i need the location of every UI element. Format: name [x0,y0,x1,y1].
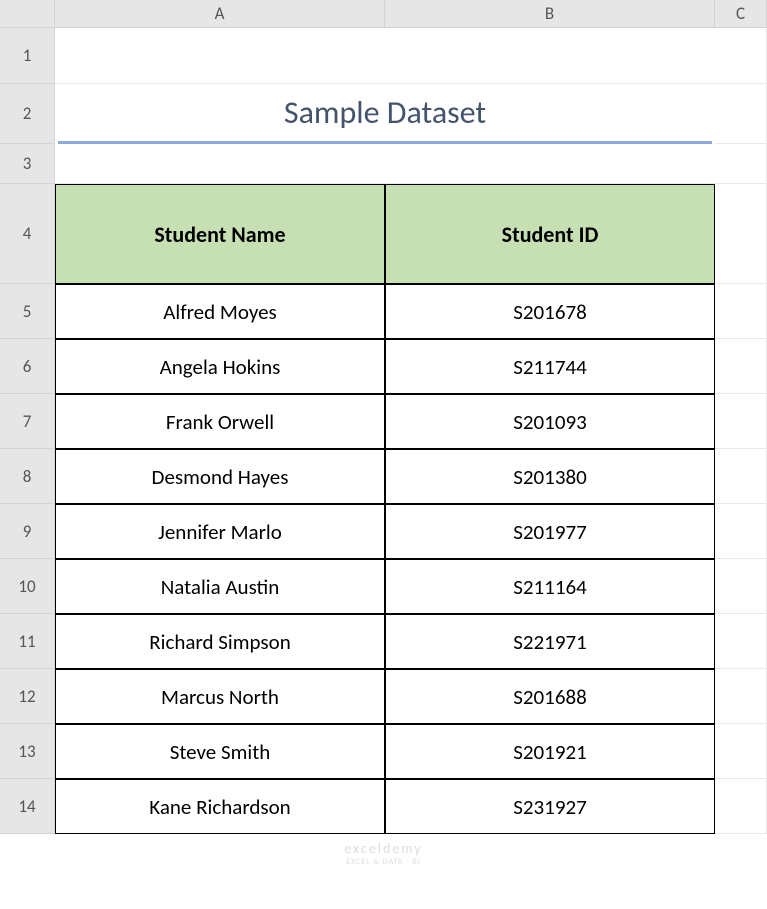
row-header-8[interactable]: 8 [0,449,55,504]
row-header-5[interactable]: 5 [0,284,55,339]
table-row[interactable]: S231927 [385,779,715,834]
column-header-B[interactable]: B [385,0,715,28]
cell-D8[interactable] [715,449,767,504]
table-row[interactable]: Natalia Austin [55,559,385,614]
table-row[interactable]: Angela Hokins [55,339,385,394]
cell-D11[interactable] [715,614,767,669]
table-row[interactable]: S201977 [385,504,715,559]
spreadsheet-grid: A B C 1 2 Sample Dataset 3 4 Student Nam… [0,0,767,834]
row-header-11[interactable]: 11 [0,614,55,669]
title-cell[interactable]: Sample Dataset [58,84,712,144]
row-header-6[interactable]: 6 [0,339,55,394]
cell-A3[interactable] [55,144,767,184]
table-row[interactable]: Marcus North [55,669,385,724]
table-row[interactable]: Kane Richardson [55,779,385,834]
cell-D6[interactable] [715,339,767,394]
table-row[interactable]: Richard Simpson [55,614,385,669]
table-row[interactable]: Alfred Moyes [55,284,385,339]
table-row[interactable]: Frank Orwell [55,394,385,449]
cell-D12[interactable] [715,669,767,724]
table-row[interactable]: S211164 [385,559,715,614]
row-header-9[interactable]: 9 [0,504,55,559]
table-header-id[interactable]: Student ID [385,184,715,284]
table-row[interactable]: S201093 [385,394,715,449]
table-row[interactable]: Desmond Hayes [55,449,385,504]
column-header-C[interactable]: C [715,0,767,28]
cell-D13[interactable] [715,724,767,779]
row-header-3[interactable]: 3 [0,144,55,184]
table-row[interactable]: S221971 [385,614,715,669]
cell-D7[interactable] [715,394,767,449]
table-row[interactable]: S201380 [385,449,715,504]
cell-D10[interactable] [715,559,767,614]
row-header-4[interactable]: 4 [0,184,55,284]
row-header-2[interactable]: 2 [0,84,55,144]
select-all-corner[interactable] [0,0,55,28]
row-header-13[interactable]: 13 [0,724,55,779]
table-row[interactable]: Steve Smith [55,724,385,779]
table-row[interactable]: Jennifer Marlo [55,504,385,559]
row-header-14[interactable]: 14 [0,779,55,834]
watermark-sub: EXCEL & DATA - BI [344,857,422,867]
cell-D2[interactable] [715,84,767,144]
table-header-name[interactable]: Student Name [55,184,385,284]
column-header-A[interactable]: A [55,0,385,28]
table-row[interactable]: S201678 [385,284,715,339]
row-header-7[interactable]: 7 [0,394,55,449]
cell-A2[interactable]: Sample Dataset [55,84,715,144]
cell-D14[interactable] [715,779,767,834]
cell-D9[interactable] [715,504,767,559]
watermark-main: exceldemy [344,840,422,857]
row-header-1[interactable]: 1 [0,28,55,84]
table-row[interactable]: S201921 [385,724,715,779]
table-row[interactable]: S211744 [385,339,715,394]
cell-A1[interactable] [55,28,767,84]
row-header-12[interactable]: 12 [0,669,55,724]
row-header-10[interactable]: 10 [0,559,55,614]
cell-D5[interactable] [715,284,767,339]
table-row[interactable]: S201688 [385,669,715,724]
cell-D4[interactable] [715,184,767,284]
watermark: exceldemy EXCEL & DATA - BI [344,840,422,867]
